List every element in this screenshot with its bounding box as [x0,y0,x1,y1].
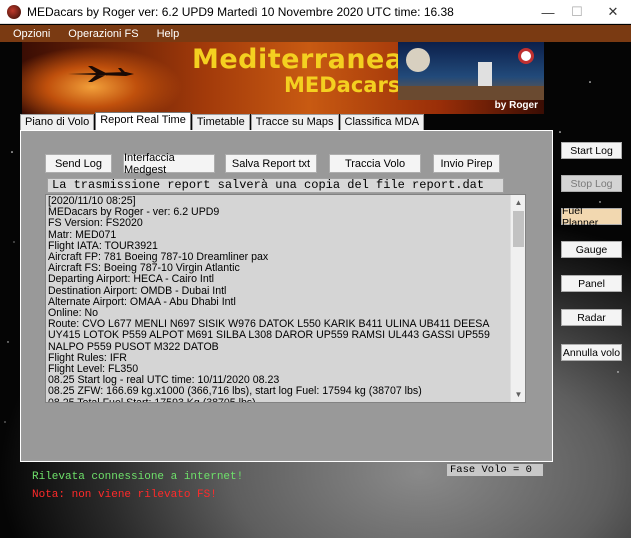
log-content: [2020/11/10 08:25] MEDacars by Roger - ve… [48,195,510,403]
log-line: FS Version: FS2020 [48,217,143,230]
start-log-button[interactable]: Start Log [561,142,622,159]
scroll-up-icon[interactable]: ▲ [511,195,525,210]
window-title: MEDacars by Roger ver: 6.2 UPD9 Martedì … [27,4,454,19]
salva-report-button[interactable]: Salva Report txt [225,154,317,173]
fuel-planner-button[interactable]: Fuel Planner [561,205,622,229]
gauge-button[interactable]: Gauge [561,241,622,258]
tab-piano-di-volo[interactable]: Piano di Volo [20,114,95,130]
fase-volo-display: Fase Volo = 0 [447,464,543,476]
invio-pirep-button[interactable]: Invio Pirep [433,154,500,173]
traccia-volo-button[interactable]: Traccia Volo [329,154,421,173]
stop-log-button[interactable]: Stop Log [561,175,622,192]
log-line: Route: CVO L677 MENLI N697 SISIK W976 DA… [48,318,490,353]
interfaccia-medgest-button[interactable]: Interfaccia Medgest [123,152,215,176]
banner-byline: by Roger [494,100,538,111]
tab-bar: Piano di Volo Report Real Time Timetable… [20,112,425,131]
radar-button[interactable]: Radar [561,309,622,326]
log-line: 08.25 Total Fuel Start: 17593 Kg (38705 … [48,396,256,403]
connection-status: Rilevata connessione a internet! [32,471,244,483]
menu-bar: Opzioni Operazioni FS Help [0,25,631,42]
menu-operazioni-fs[interactable]: Operazioni FS [68,28,138,40]
banner-subtitle: MEDacars [284,73,401,97]
banner-title: Mediterranea [192,44,404,75]
close-icon[interactable]: ✕ [590,0,631,24]
report-panel: Send Log Interfaccia Medgest Salva Repor… [20,130,553,462]
app-icon[interactable] [7,4,21,19]
annulla-volo-button[interactable]: Annulla volo [561,344,622,361]
status-message: La trasmissione report salverà una copia… [47,178,504,193]
title-bar: MEDacars by Roger ver: 6.2 UPD9 Martedì … [0,0,631,24]
tab-report-real-time[interactable]: Report Real Time [95,112,191,130]
fs-note: Nota: non viene rilevato FS! [32,489,217,501]
banner: Mediterranea MEDacars by Roger [22,42,544,114]
tab-tracce-su-maps[interactable]: Tracce su Maps [250,114,339,130]
menu-help[interactable]: Help [157,28,180,40]
panel-button[interactable]: Panel [561,275,622,292]
log-line: Departing Airport: HECA - Cairo Intl [48,273,215,286]
log-line: 08.25 ZFW: 166.69 kg.x1000 (366,716 lbs)… [48,385,422,398]
tab-classifica-mda[interactable]: Classifica MDA [339,114,425,130]
airplane-icon [68,66,134,82]
log-scrollbar[interactable]: ▲ ▼ [510,195,525,402]
menu-opzioni[interactable]: Opzioni [13,28,50,40]
moon-scene-image [398,42,544,100]
scroll-thumb[interactable] [513,211,524,247]
scroll-down-icon[interactable]: ▼ [511,387,525,402]
send-log-button[interactable]: Send Log [45,154,112,173]
tab-timetable[interactable]: Timetable [191,114,250,130]
log-line: Alternate Airport: OMAA - Abu Dhabi Intl [48,295,236,308]
log-textarea[interactable]: [2020/11/10 08:25] MEDacars by Roger - ve… [45,194,526,403]
panel-body: Send Log Interfaccia Medgest Salva Repor… [23,133,550,459]
